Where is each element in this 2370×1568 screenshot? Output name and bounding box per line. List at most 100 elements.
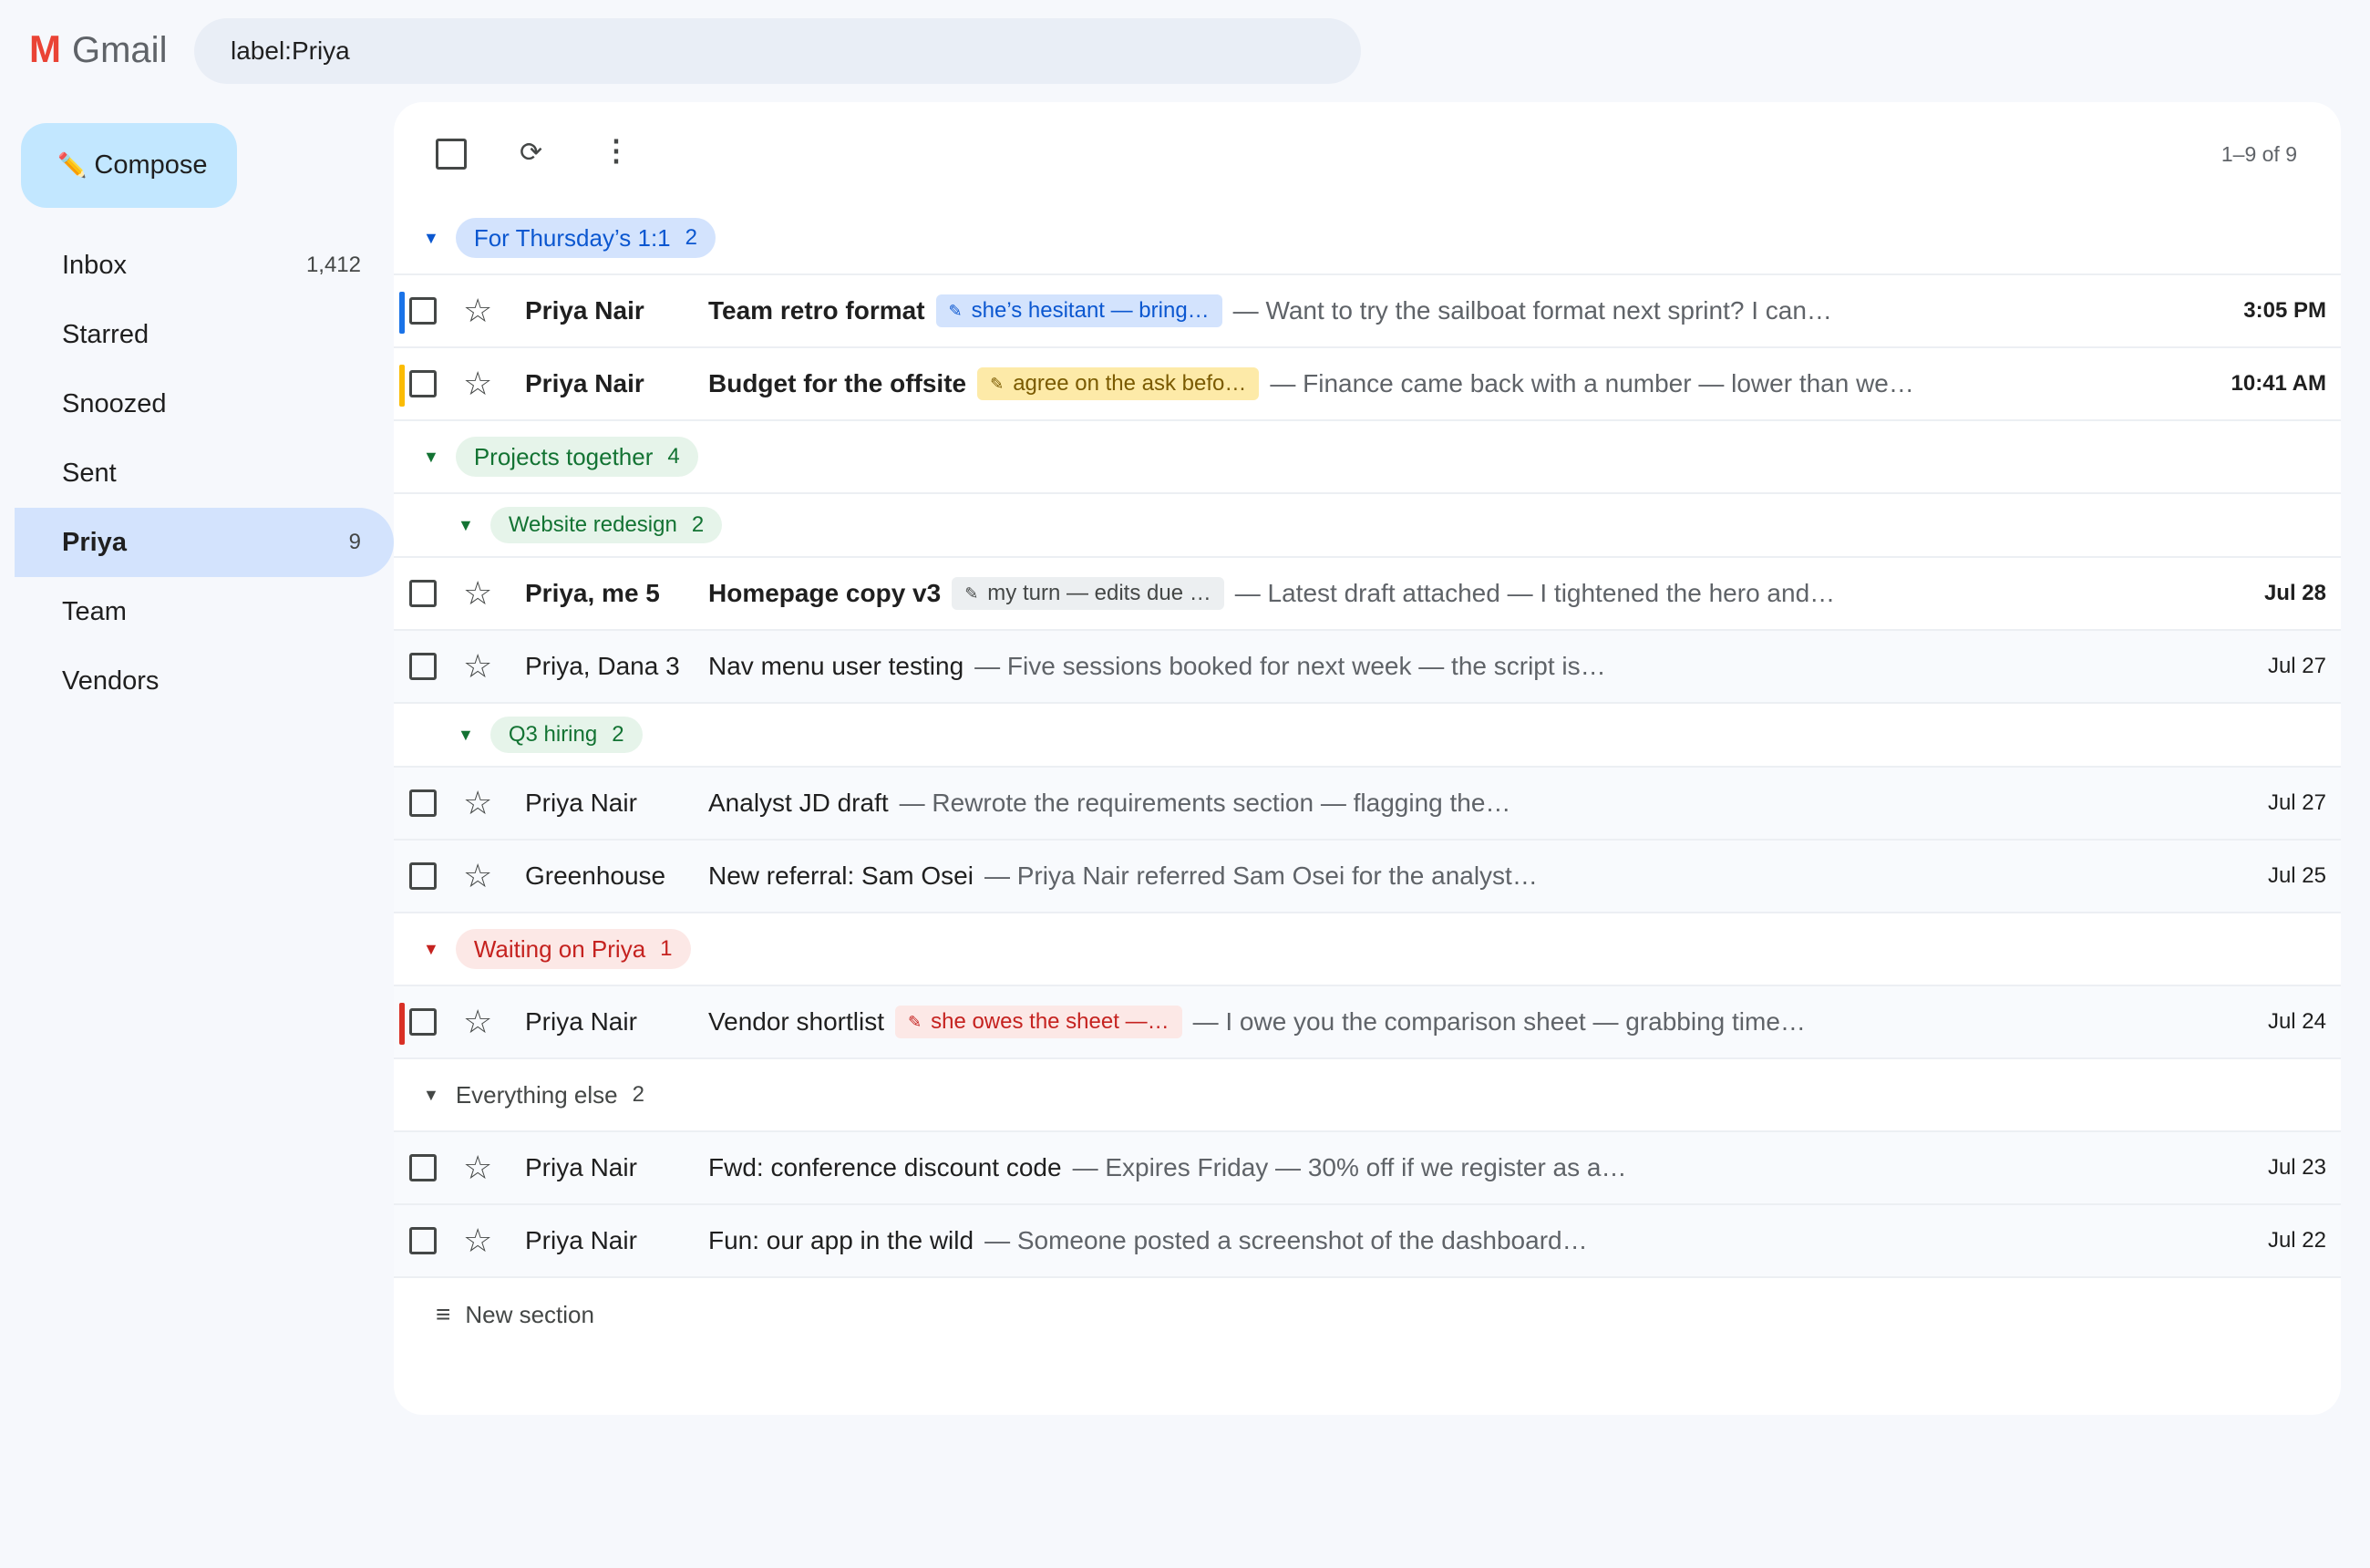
star-icon[interactable]: ☆	[463, 650, 492, 683]
section-chip: Q3 hiring 2	[489, 717, 643, 753]
sender: Priya, me 5	[525, 579, 660, 607]
sidebar-item-sent[interactable]: Sent	[15, 438, 394, 508]
row-checkbox[interactable]	[409, 789, 437, 817]
sender: Priya Nair	[525, 296, 644, 325]
date: 3:05 PM	[2243, 298, 2326, 323]
note-chip[interactable]: ✎ she’s hesitant — bring…	[935, 294, 1222, 327]
subject: Fun: our app in the wild	[708, 1226, 974, 1254]
section-title: Q3 hiring	[508, 722, 598, 747]
message-content: Budget for the offsite ✎ agree on the ask …	[708, 367, 2104, 400]
section-count: 2	[632, 1082, 644, 1107]
row-checkbox[interactable]	[409, 653, 437, 680]
search-query: label:Priya	[231, 36, 350, 65]
search-input[interactable]: label:Priya	[194, 18, 1361, 84]
message-row[interactable]: ☆ Priya Nair Analyst JD draft — Rewrote the…	[394, 768, 2341, 841]
subject: New referral: Sam Osei	[708, 861, 974, 890]
sidebar-item-label: Priya	[62, 527, 127, 557]
sidebar-item-inbox[interactable]: Inbox 1,412	[15, 231, 394, 300]
message-row[interactable]: ☆ Priya Nair Fun: our app in the wild — Som…	[394, 1205, 2341, 1278]
star-icon[interactable]: ☆	[463, 1151, 492, 1184]
snippet: — I owe you the comparison sheet — grabb…	[1192, 1007, 1806, 1036]
sender: Priya Nair	[525, 1226, 637, 1254]
refresh-icon[interactable]: ⟳	[520, 137, 542, 169]
message-row[interactable]: ☆ Priya Nair Vendor shortlist ✎ she owes the…	[394, 986, 2341, 1059]
subsection-header[interactable]: ▼ Q3 hiring 2	[394, 704, 2341, 768]
message-row[interactable]: ☆ Priya, me 5 Homepage copy v3 ✎ my turn — e…	[394, 558, 2341, 631]
sidebar-item-starred[interactable]: Starred	[15, 300, 394, 369]
collapse-caret-icon[interactable]: ▼	[423, 940, 439, 959]
row-checkbox[interactable]	[409, 580, 437, 607]
new-section-button[interactable]: ≡ New section	[394, 1278, 2341, 1351]
sidebar-item-label: Sent	[62, 458, 117, 488]
star-icon[interactable]: ☆	[463, 860, 492, 892]
subject: Nav menu user testing	[708, 652, 964, 680]
note-chip[interactable]: ✎ agree on the ask befo…	[977, 367, 1260, 400]
section-count: 2	[612, 722, 624, 747]
color-marker	[399, 292, 405, 334]
row-checkbox[interactable]	[409, 370, 437, 397]
collapse-caret-icon[interactable]: ▼	[423, 448, 439, 467]
snippet: — Someone posted a screenshot of the das…	[984, 1226, 1588, 1254]
section-header[interactable]: ▼ For Thursday’s 1:1 2	[394, 202, 2341, 275]
sender: Priya Nair	[525, 1153, 637, 1181]
message-content: Fun: our app in the wild — Someone posted…	[708, 1226, 2104, 1255]
more-options-icon[interactable]: ⋮	[602, 133, 631, 168]
row-checkbox[interactable]	[409, 862, 437, 890]
row-checkbox[interactable]	[409, 297, 437, 325]
sidebar-item-priya[interactable]: Priya 9	[15, 508, 394, 577]
message-content: Homepage copy v3 ✎ my turn — edits due … — …	[708, 577, 2104, 610]
subject: Vendor shortlist	[708, 1007, 884, 1036]
message-list: ▼ For Thursday’s 1:1 2 ☆ Priya Nair Team retr…	[394, 202, 2341, 1278]
sidebar-item-team[interactable]: Team	[15, 577, 394, 646]
compose-label: Compose	[94, 150, 208, 180]
note-text: agree on the ask befo…	[1013, 371, 1247, 396]
section-chip: For Thursday’s 1:1 2	[455, 218, 716, 258]
new-section-label: New section	[465, 1300, 594, 1328]
sidebar-item-snoozed[interactable]: Snoozed	[15, 369, 394, 438]
subject: Fwd: conference discount code	[708, 1153, 1062, 1181]
message-row[interactable]: ☆ Priya Nair Budget for the offsite ✎ agree …	[394, 348, 2341, 421]
subsection-header[interactable]: ▼ Website redesign 2	[394, 494, 2341, 558]
note-chip[interactable]: ✎ my turn — edits due …	[952, 577, 1224, 610]
snippet: — Finance came back with a number — lowe…	[1270, 369, 1914, 397]
collapse-caret-icon[interactable]: ▼	[423, 229, 439, 248]
subject: Analyst JD draft	[708, 789, 889, 817]
sidebar-nav: Inbox 1,412 Starred Snoozed Sent Priya 9 Team Ve…	[15, 231, 394, 716]
section-count: 4	[667, 444, 680, 469]
star-icon[interactable]: ☆	[463, 294, 492, 327]
sender: Priya, Dana 3	[525, 652, 680, 680]
select-all-checkbox[interactable]	[436, 139, 467, 170]
message-content: Analyst JD draft — Rewrote the requiremen…	[708, 789, 2104, 818]
note-text: she’s hesitant — bring…	[971, 298, 1210, 323]
section-header[interactable]: ▼ Projects together 4	[394, 421, 2341, 494]
compose-button[interactable]: ✏️ Compose	[21, 123, 237, 208]
subject: Team retro format	[708, 296, 925, 325]
gmail-logo[interactable]: M Gmail	[29, 27, 167, 71]
star-icon[interactable]: ☆	[463, 577, 492, 610]
snippet: — Want to try the sailboat format next s…	[1232, 296, 1832, 325]
sidebar-item-vendors[interactable]: Vendors	[15, 646, 394, 716]
message-row[interactable]: ☆ Priya Nair Team retro format ✎ she’s hesit…	[394, 275, 2341, 348]
section-header[interactable]: ▼ Everything else 2	[394, 1059, 2341, 1132]
date: Jul 24	[2267, 1009, 2326, 1034]
section-title: For Thursday’s 1:1	[473, 223, 671, 252]
star-icon[interactable]: ☆	[463, 1006, 492, 1038]
collapse-caret-icon[interactable]: ▼	[423, 1086, 439, 1105]
message-row[interactable]: ☆ Priya, Dana 3 Nav menu user testing — Fiv…	[394, 631, 2341, 704]
collapse-caret-icon[interactable]: ▼	[458, 516, 474, 535]
message-row[interactable]: ☆ Greenhouse New referral: Sam Osei — Priya…	[394, 841, 2341, 913]
message-row[interactable]: ☆ Priya Nair Fwd: conference discount code…	[394, 1132, 2341, 1205]
row-checkbox[interactable]	[409, 1008, 437, 1036]
star-icon[interactable]: ☆	[463, 787, 492, 820]
pagination-range: 1–9 of 9	[2221, 142, 2297, 166]
star-icon[interactable]: ☆	[463, 1224, 492, 1257]
row-checkbox[interactable]	[409, 1227, 437, 1254]
star-icon[interactable]: ☆	[463, 367, 492, 400]
section-title: Website redesign	[508, 512, 677, 537]
collapse-caret-icon[interactable]: ▼	[458, 726, 474, 745]
section-header[interactable]: ▼ Waiting on Priya 1	[394, 913, 2341, 986]
color-marker	[399, 365, 405, 407]
note-chip[interactable]: ✎ she owes the sheet —…	[895, 1006, 1182, 1038]
row-checkbox[interactable]	[409, 1154, 437, 1181]
note-icon: ✎	[908, 1012, 922, 1031]
